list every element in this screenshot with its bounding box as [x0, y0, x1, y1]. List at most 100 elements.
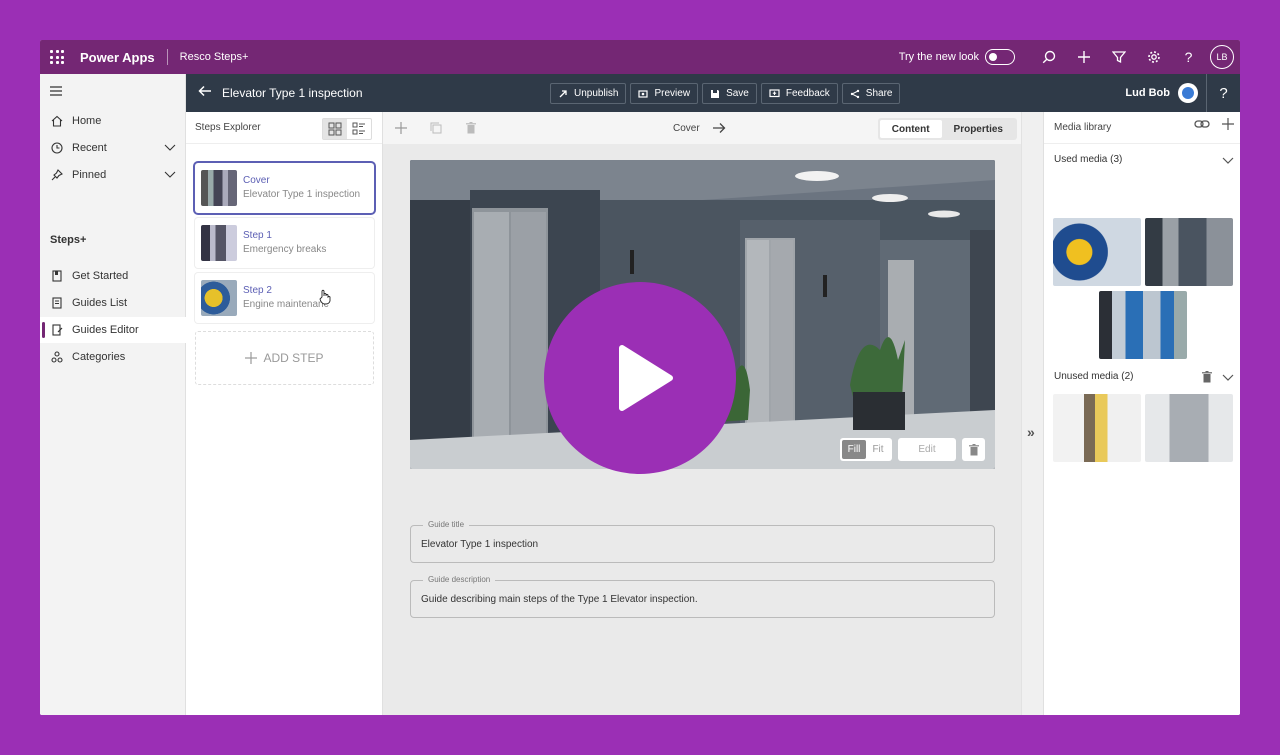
chevron-down-icon[interactable] [1222, 154, 1234, 166]
categories-icon [50, 350, 64, 364]
guide-title-value: Elevator Type 1 inspection [421, 539, 539, 550]
guide-title-field[interactable]: Guide title Elevator Type 1 inspection [410, 520, 995, 563]
image-controls: Fill Fit Edit [840, 438, 985, 461]
chevron-down-icon[interactable] [164, 168, 176, 183]
edit-image-button[interactable]: Edit [898, 438, 956, 461]
help-button[interactable]: ? [1171, 40, 1206, 74]
list-view-button[interactable] [347, 119, 371, 139]
user-area[interactable]: Lud Bob [1125, 74, 1198, 112]
media-library-title: Media library [1054, 122, 1112, 133]
media-thumbnail[interactable] [1145, 218, 1233, 286]
help-button[interactable]: ? [1206, 74, 1240, 112]
nav-item-guides-editor[interactable]: Guides Editor [40, 317, 186, 343]
tab-properties[interactable]: Properties [942, 120, 1015, 138]
list-icon [352, 122, 365, 135]
media-thumbnail[interactable] [1053, 394, 1141, 462]
trash-icon[interactable] [1202, 370, 1212, 383]
user-avatar[interactable]: LB [1210, 45, 1234, 69]
fit-button[interactable]: Fit [866, 440, 890, 459]
unpublish-button[interactable]: Unpublish [550, 83, 627, 104]
share-icon [850, 89, 859, 98]
settings-button[interactable] [1136, 40, 1171, 74]
step-name: Step 1 [243, 230, 272, 241]
expand-icon[interactable]: » [1027, 424, 1035, 440]
hand-cursor-icon [319, 289, 331, 305]
media-thumbnail[interactable] [1145, 394, 1233, 462]
command-bar: Elevator Type 1 inspection Unpublish Pre… [186, 74, 1240, 112]
plus-icon [245, 352, 258, 364]
unused-media-header[interactable]: Unused media (2) [1054, 370, 1234, 383]
nav-section-title: Steps+ [50, 234, 87, 246]
nav-item-guides-list[interactable]: Guides List [40, 290, 186, 316]
nav-item-label: Guides Editor [72, 324, 139, 336]
nav-item-categories[interactable]: Categories [40, 344, 186, 370]
delete-step-button[interactable] [453, 112, 488, 144]
step-thumbnail [201, 225, 237, 261]
nav-item-label: Categories [72, 351, 126, 363]
tab-content[interactable]: Content [879, 120, 942, 138]
nav-menu-toggle[interactable] [40, 78, 186, 104]
step-card-cover[interactable]: Cover Elevator Type 1 inspection [195, 163, 374, 213]
used-media-header[interactable]: Used media (3) [1054, 154, 1234, 165]
plus-icon[interactable] [1222, 118, 1234, 130]
app-name[interactable]: Power Apps [80, 50, 155, 65]
breadcrumb: Cover [673, 112, 726, 144]
steps-explorer-title: Steps Explorer [195, 122, 261, 133]
play-video-button[interactable] [544, 282, 736, 474]
book-icon [50, 269, 64, 283]
chevron-down-icon[interactable] [164, 141, 176, 156]
link-icon[interactable] [1194, 118, 1210, 130]
feedback-button[interactable]: Feedback [760, 83, 838, 104]
new-button[interactable] [1066, 40, 1101, 74]
divider [166, 49, 168, 65]
step-thumbnail [201, 280, 237, 316]
hamburger-icon [50, 86, 62, 96]
command-buttons: Unpublish Preview Save Feedback Share [550, 83, 901, 104]
back-arrow-icon[interactable] [198, 84, 212, 102]
guide-description-label: Guide description [423, 575, 496, 584]
suite-bar: Power Apps Resco Steps+ Try the new look… [40, 40, 1240, 74]
question-icon: ? [1184, 49, 1193, 65]
step-card-step-1[interactable]: Step 1 Emergency breaks [195, 218, 374, 268]
guide-description-field[interactable]: Guide description Guide describing main … [410, 575, 995, 618]
user-avatar-icon [1178, 83, 1198, 103]
guide-title-label: Guide title [423, 520, 470, 529]
nav-item-pinned[interactable]: Pinned [40, 162, 186, 188]
filter-button[interactable] [1101, 40, 1136, 74]
new-look-toggle[interactable] [985, 49, 1015, 65]
preview-button[interactable]: Preview [630, 83, 699, 104]
question-icon: ? [1219, 84, 1228, 102]
delete-image-button[interactable] [962, 438, 985, 461]
grid-view-button[interactable] [323, 119, 347, 139]
guide-title-header: Elevator Type 1 inspection [222, 86, 363, 100]
media-library: Media library Used media (3) Unused medi… [1043, 112, 1240, 715]
left-navigation: Home Recent Pinned Steps+ Get Started Gu… [40, 74, 186, 715]
step-subtitle: Emergency breaks [243, 244, 327, 255]
media-thumbnail[interactable] [1099, 291, 1187, 359]
add-step-button[interactable]: ADD STEP [195, 331, 374, 385]
nav-item-recent[interactable]: Recent [40, 135, 186, 161]
environment-name[interactable]: Resco Steps+ [180, 51, 249, 63]
used-media-label: Used media (3) [1054, 154, 1123, 165]
save-button[interactable]: Save [702, 83, 757, 104]
waffle-icon [50, 50, 64, 64]
chevron-down-icon[interactable] [1222, 371, 1234, 383]
clock-icon [50, 141, 64, 155]
search-button[interactable] [1031, 40, 1066, 74]
add-button[interactable] [383, 112, 418, 144]
nav-item-home[interactable]: Home [40, 108, 186, 134]
media-thumbnail[interactable] [1053, 218, 1141, 286]
fill-button[interactable]: Fill [842, 440, 866, 459]
share-button[interactable]: Share [841, 83, 901, 104]
nav-item-get-started[interactable]: Get Started [40, 263, 186, 289]
step-card-step-2[interactable]: Step 2 Engine maintenance [195, 273, 374, 323]
copy-icon [430, 122, 441, 134]
gear-icon [1147, 51, 1160, 63]
new-look-label: Try the new look [898, 51, 979, 63]
duplicate-button[interactable] [418, 112, 453, 144]
arrow-right-icon[interactable] [712, 122, 726, 134]
nav-item-label: Recent [72, 142, 107, 154]
app-launcher-button[interactable] [40, 40, 74, 74]
nav-item-label: Home [72, 115, 102, 127]
steps-explorer: Steps Explorer Cover Elevator Type 1 ins… [186, 112, 383, 715]
